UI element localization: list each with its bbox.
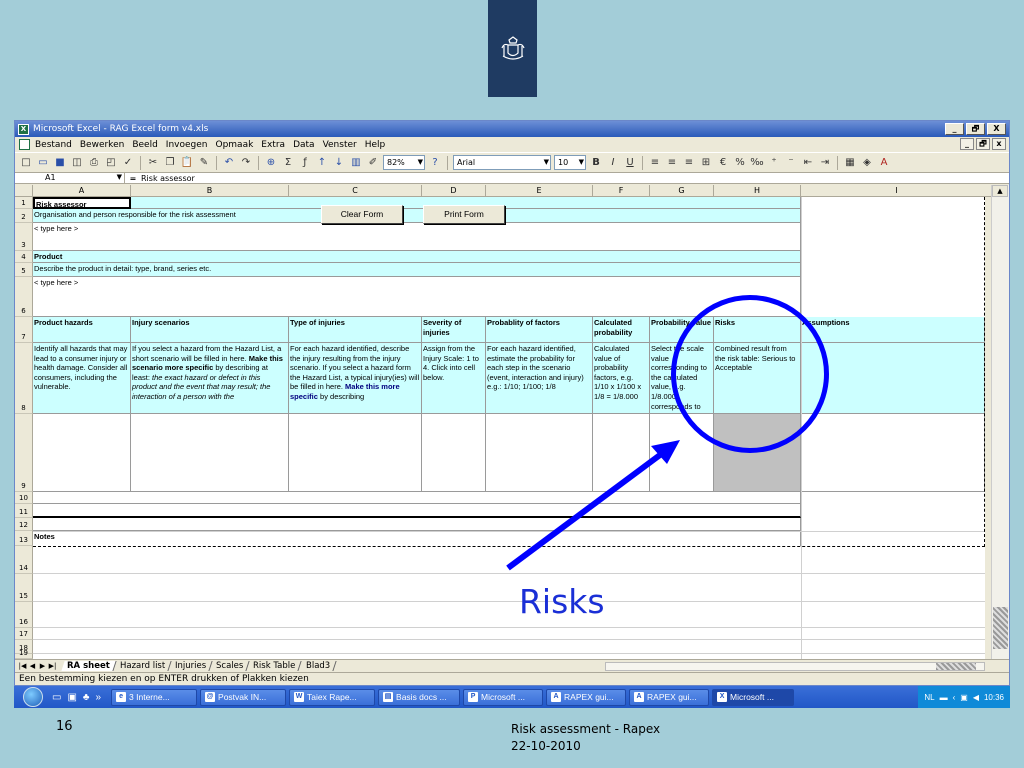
slide-number: 16 (56, 719, 73, 734)
arrow-shaft (506, 449, 666, 571)
annotation-arrow (506, 440, 680, 571)
risks-annotation-label: Risks (519, 582, 605, 621)
footer-date: 22-10-2010 (511, 739, 581, 753)
footer-title: Risk assessment - Rapex (511, 722, 661, 736)
